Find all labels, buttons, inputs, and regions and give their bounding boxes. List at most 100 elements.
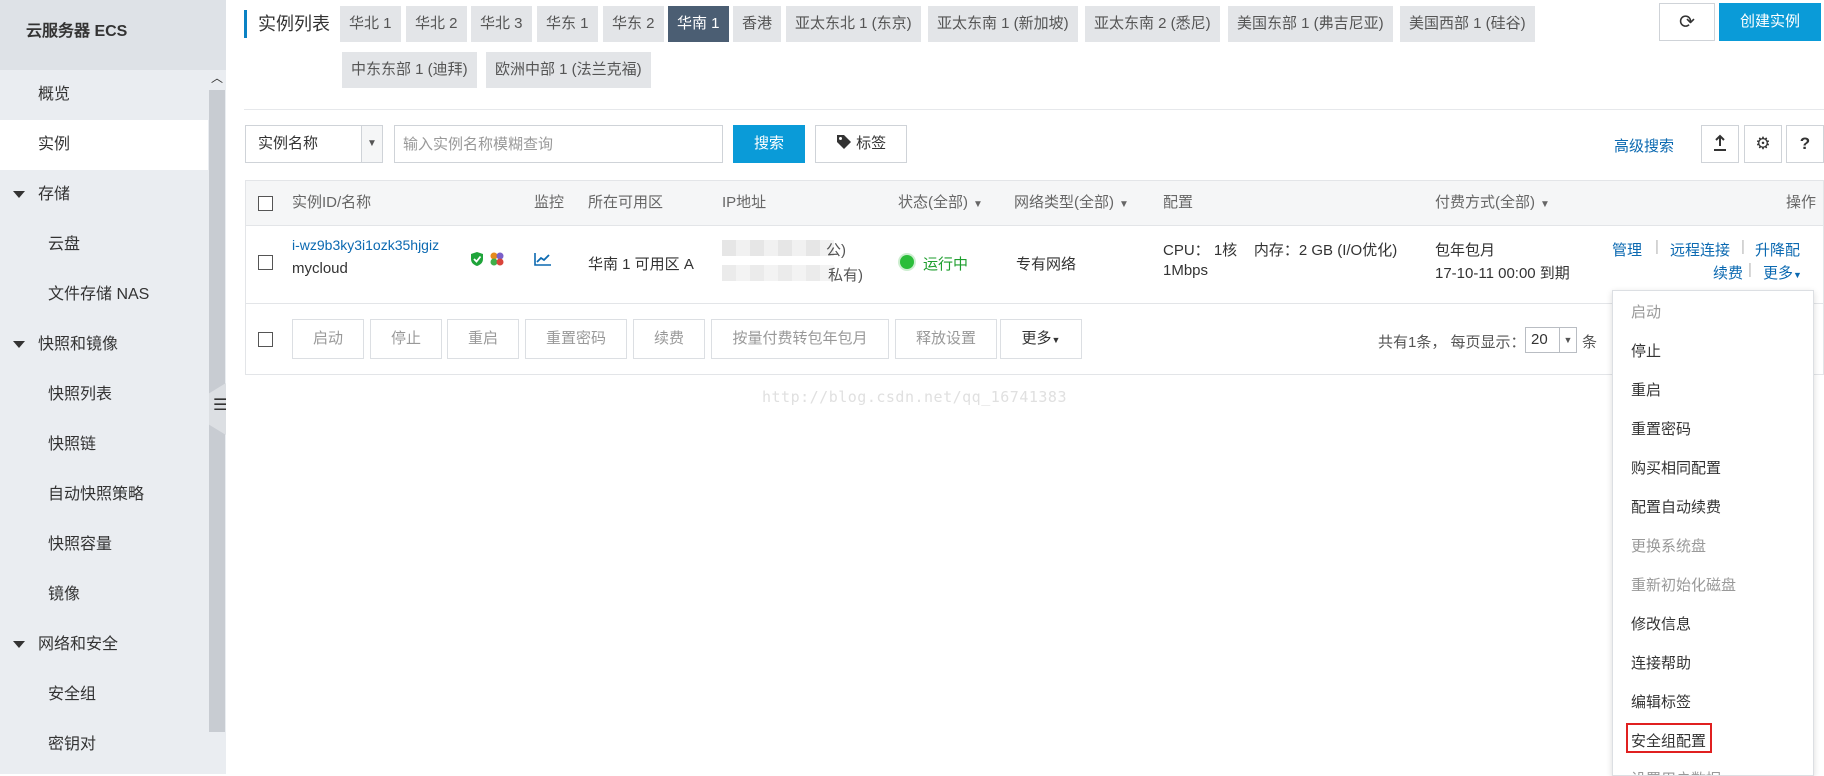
column-header-status[interactable]: 状态(全部) ▼ — [898, 181, 983, 227]
network-filter-label: 网络类型(全部) — [1014, 194, 1114, 211]
sidebar: 云服务器 ECS 概览 实例 存储 云盘 文件存储 NAS 快照和镜像 快照列表… — [0, 0, 246, 774]
region-tab[interactable]: 华北 3 — [471, 6, 532, 42]
release-settings-button[interactable]: 释放设置 — [895, 319, 997, 359]
export-icon — [1714, 134, 1726, 151]
cloud-monitor-icon[interactable] — [489, 251, 505, 267]
region-tab[interactable]: 中东东部 1 (迪拜) — [342, 52, 477, 88]
restart-button[interactable]: 重启 — [447, 319, 519, 359]
search-input[interactable] — [394, 125, 723, 163]
column-header-billing[interactable]: 付费方式(全部) ▼ — [1435, 181, 1550, 227]
more-actions-label: 更多 — [1021, 330, 1052, 347]
sidebar-group-label: 快照和镜像 — [38, 336, 119, 353]
select-value: 实例名称 — [258, 135, 319, 152]
page-size-value: 20 — [1531, 331, 1548, 348]
caret-down-icon — [13, 191, 25, 198]
renew-button[interactable]: 续费 — [633, 319, 705, 359]
tag-label: 标签 — [856, 135, 887, 152]
billing-filter-label: 付费方式(全部) — [1435, 194, 1535, 211]
chart-line-icon[interactable] — [534, 252, 552, 266]
page-size-select[interactable]: 20 ▼ — [1525, 327, 1577, 353]
menu-item-start[interactable]: 启动 — [1631, 301, 1661, 322]
menu-item-change-system-disk[interactable]: 更换系统盘 — [1631, 535, 1706, 556]
tag-button[interactable]: 标签 — [815, 125, 907, 163]
separator: | — [1748, 261, 1752, 278]
more-actions-button[interactable]: 更多▼ — [1000, 319, 1082, 359]
column-header-ops: 操作 — [1786, 194, 1817, 211]
page-title: 实例列表 — [244, 10, 330, 38]
region-tab[interactable]: 华东 2 — [603, 6, 664, 42]
region-tab[interactable]: 亚太东北 1 (东京) — [786, 6, 921, 42]
caret-down-icon: ▼ — [1540, 199, 1550, 210]
billing-method: 包年包月 — [1435, 242, 1496, 259]
question-icon: ? — [1799, 134, 1811, 153]
reset-password-button[interactable]: 重置密码 — [525, 319, 627, 359]
select-all-checkbox[interactable] — [258, 196, 273, 211]
stop-button[interactable]: 停止 — [370, 319, 442, 359]
search-button[interactable]: 搜索 — [733, 125, 805, 163]
more-ops-link[interactable]: 更多▼ — [1763, 262, 1802, 283]
advanced-search-link[interactable]: 高级搜索 — [1614, 135, 1674, 156]
settings-button[interactable]: ⚙ — [1744, 125, 1782, 163]
instance-table: 实例ID/名称 监控 所在可用区 IP地址 状态(全部) ▼ 网络类型(全部) ▼ … — [245, 180, 1824, 375]
caret-down-icon: ▼ — [1793, 270, 1802, 280]
security-shield-icon[interactable] — [470, 251, 484, 267]
table-footer: 启动 停止 重启 重置密码 续费 按量付费转包年包月 释放设置 更多▼ 共有1条… — [246, 304, 1823, 374]
region-tab[interactable]: 华北 1 — [340, 6, 401, 42]
row-checkbox[interactable] — [258, 255, 273, 270]
menu-item-reset-password[interactable]: 重置密码 — [1631, 418, 1691, 439]
pager-unit: 条 — [1582, 334, 1598, 351]
caret-down-icon — [13, 641, 25, 648]
menu-item-modify-info[interactable]: 修改信息 — [1631, 613, 1691, 634]
network-type-value: 专有网络 — [1016, 256, 1077, 273]
menu-item-auto-renew[interactable]: 配置自动续费 — [1631, 496, 1721, 517]
scroll-up-icon[interactable]: ︿ — [208, 70, 226, 88]
menu-collapse-icon[interactable]: ☰ — [213, 398, 227, 414]
upgrade-downgrade-link[interactable]: 升降配 — [1755, 239, 1800, 260]
column-header-zone: 所在可用区 — [588, 194, 664, 211]
search-field-select[interactable]: 实例名称 ▼ — [245, 125, 383, 163]
region-tab[interactable]: 美国东部 1 (弗吉尼亚) — [1228, 6, 1393, 42]
running-status-icon — [900, 255, 914, 269]
footer-select-all-checkbox[interactable] — [258, 332, 273, 347]
bandwidth-value: 1Mbps — [1163, 262, 1209, 279]
menu-item-restart[interactable]: 重启 — [1631, 379, 1661, 400]
manage-link[interactable]: 管理 — [1612, 239, 1642, 260]
region-tab[interactable]: 华北 2 — [406, 6, 467, 42]
table-header: 实例ID/名称 监控 所在可用区 IP地址 状态(全部) ▼ 网络类型(全部) ▼ … — [246, 181, 1823, 226]
private-ip-suffix: 私有) — [828, 267, 863, 284]
more-actions-menu: 启动 停止 重启 重置密码 购买相同配置 配置自动续费 更换系统盘 重新初始化磁… — [1612, 290, 1814, 776]
region-tab[interactable]: 美国西部 1 (硅谷) — [1400, 6, 1535, 42]
region-tab[interactable]: 欧洲中部 1 (法兰克福) — [486, 52, 651, 88]
chevron-down-icon: ▼ — [361, 126, 382, 162]
region-tab-active[interactable]: 华南 1 — [668, 6, 729, 42]
menu-item-reinit-disk[interactable]: 重新初始化磁盘 — [1631, 574, 1736, 595]
ip-redacted-block — [722, 265, 834, 281]
refresh-icon: ⟳ — [1679, 12, 1695, 33]
ip-redacted-block — [722, 240, 834, 256]
chevron-down-icon: ▼ — [1559, 328, 1576, 352]
menu-item-connect-help[interactable]: 连接帮助 — [1631, 652, 1691, 673]
region-tab[interactable]: 华东 1 — [537, 6, 598, 42]
menu-item-set-user-data[interactable]: 设置用户数据 — [1631, 768, 1721, 775]
create-instance-button[interactable]: 创建实例 — [1719, 3, 1821, 41]
zone-value: 华南 1 可用区 A — [588, 256, 694, 273]
renew-link[interactable]: 续费 — [1713, 262, 1743, 283]
column-header-id-name: 实例ID/名称 — [292, 194, 372, 211]
refresh-button[interactable]: ⟳ — [1659, 3, 1715, 41]
column-header-config: 配置 — [1163, 194, 1194, 211]
instance-id-link[interactable]: i-wz9b3ky3i1ozk35hjgiz — [292, 237, 439, 253]
region-tab[interactable]: 亚太东南 1 (新加坡) — [928, 6, 1078, 42]
export-button[interactable] — [1701, 125, 1739, 163]
menu-item-buy-same-config[interactable]: 购买相同配置 — [1631, 457, 1721, 478]
start-button[interactable]: 启动 — [292, 319, 364, 359]
region-tab[interactable]: 香港 — [733, 6, 782, 42]
caret-down-icon: ▼ — [1119, 199, 1129, 210]
convert-billing-button[interactable]: 按量付费转包年包月 — [711, 319, 889, 359]
public-ip-suffix: 公) — [826, 242, 846, 259]
column-header-network[interactable]: 网络类型(全部) ▼ — [1014, 181, 1129, 227]
menu-item-stop[interactable]: 停止 — [1631, 340, 1661, 361]
region-tab[interactable]: 亚太东南 2 (悉尼) — [1085, 6, 1220, 42]
help-button[interactable]: ? — [1786, 125, 1824, 163]
menu-item-edit-tags[interactable]: 编辑标签 — [1631, 691, 1691, 712]
remote-connect-link[interactable]: 远程连接 — [1670, 239, 1730, 260]
